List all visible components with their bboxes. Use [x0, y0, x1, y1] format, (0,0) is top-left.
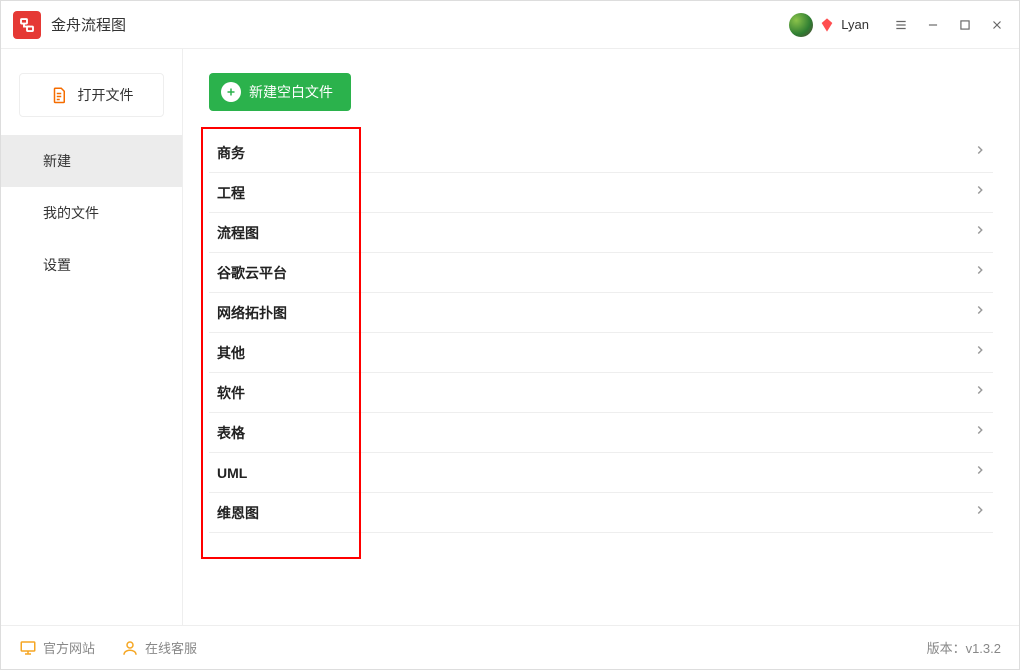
sidebar-item-myfiles[interactable]: 我的文件 — [1, 187, 182, 239]
category-label: 工程 — [217, 183, 245, 203]
username: Lyan — [841, 17, 869, 32]
app-title: 金舟流程图 — [51, 14, 126, 35]
chevron-right-icon — [973, 463, 987, 482]
category-row[interactable]: 其他 — [209, 333, 993, 373]
category-row[interactable]: UML — [209, 453, 993, 493]
category-label: 流程图 — [217, 223, 259, 243]
category-row[interactable]: 商务 — [209, 133, 993, 173]
category-row[interactable]: 工程 — [209, 173, 993, 213]
window-controls — [887, 11, 1011, 39]
avatar — [789, 13, 813, 37]
app-window: 金舟流程图 Lyan — [0, 0, 1020, 670]
open-file-button[interactable]: 打开文件 — [19, 73, 164, 117]
online-support-link[interactable]: 在线客服 — [121, 638, 197, 657]
chevron-right-icon — [973, 303, 987, 322]
category-row[interactable]: 软件 — [209, 373, 993, 413]
sidebar-item-settings[interactable]: 设置 — [1, 239, 182, 291]
category-row[interactable]: 维恩图 — [209, 493, 993, 533]
category-label: 表格 — [217, 423, 245, 443]
document-icon — [50, 86, 68, 104]
menu-button[interactable] — [887, 11, 915, 39]
version-prefix: 版本： — [927, 641, 966, 656]
chevron-right-icon — [973, 423, 987, 442]
category-label: 网络拓扑图 — [217, 303, 287, 323]
chevron-right-icon — [973, 383, 987, 402]
footer: 官方网站 在线客服 版本：v1.3.2 — [1, 625, 1019, 669]
category-label: 商务 — [217, 143, 245, 163]
category-row[interactable]: 谷歌云平台 — [209, 253, 993, 293]
category-label: 软件 — [217, 383, 245, 403]
category-list: 商务 工程 流程图 — [209, 133, 993, 533]
sidebar: 打开文件 新建 我的文件 设置 — [1, 49, 183, 625]
chevron-right-icon — [973, 223, 987, 242]
chevron-right-icon — [973, 343, 987, 362]
chevron-right-icon — [973, 143, 987, 162]
online-support-label: 在线客服 — [145, 638, 197, 657]
main-panel: 新建空白文件 商务 工程 — [183, 49, 1019, 625]
chevron-right-icon — [973, 263, 987, 282]
main-inner: 新建空白文件 商务 工程 — [183, 49, 1019, 625]
close-button[interactable] — [983, 11, 1011, 39]
version-text: 版本：v1.3.2 — [927, 638, 1001, 657]
official-site-label: 官方网站 — [43, 638, 95, 657]
user-area[interactable]: Lyan — [789, 13, 869, 37]
chevron-right-icon — [973, 503, 987, 522]
titlebar: 金舟流程图 Lyan — [1, 1, 1019, 49]
app-body: 打开文件 新建 我的文件 设置 新建空白文件 — [1, 49, 1019, 625]
headset-icon — [121, 639, 139, 657]
monitor-icon — [19, 639, 37, 657]
sidebar-item-label: 我的文件 — [43, 203, 99, 223]
vip-ruby-icon — [819, 17, 835, 33]
app-logo — [13, 11, 41, 39]
category-label: 谷歌云平台 — [217, 263, 287, 283]
category-label: 其他 — [217, 343, 245, 363]
plus-icon — [221, 82, 241, 102]
sidebar-item-label: 新建 — [43, 151, 71, 171]
category-row[interactable]: 网络拓扑图 — [209, 293, 993, 333]
maximize-button[interactable] — [951, 11, 979, 39]
sidebar-item-new[interactable]: 新建 — [1, 135, 182, 187]
category-row[interactable]: 流程图 — [209, 213, 993, 253]
category-label: 维恩图 — [217, 503, 259, 523]
chevron-right-icon — [973, 183, 987, 202]
create-blank-button[interactable]: 新建空白文件 — [209, 73, 351, 111]
create-blank-label: 新建空白文件 — [249, 82, 333, 102]
version-value: v1.3.2 — [966, 641, 1001, 656]
sidebar-item-label: 设置 — [43, 255, 71, 275]
category-label: UML — [217, 465, 247, 481]
category-row[interactable]: 表格 — [209, 413, 993, 453]
minimize-button[interactable] — [919, 11, 947, 39]
open-file-label: 打开文件 — [78, 85, 134, 105]
official-site-link[interactable]: 官方网站 — [19, 638, 95, 657]
